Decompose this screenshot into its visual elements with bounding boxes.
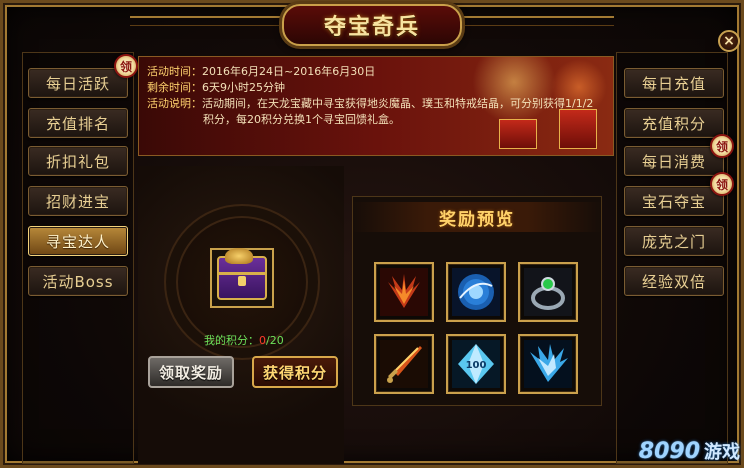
event-info-banner: 活动时间：2016年6月24日~2016年6月30日 剩余时间：6天9小时25分…: [138, 56, 614, 156]
fire-sword-icon: [380, 340, 428, 388]
menu-item-daily-active[interactable]: 每日活跃: [28, 68, 128, 98]
site-watermark: 8090 游戏: [622, 420, 740, 464]
reward-slot[interactable]: 100: [446, 334, 506, 394]
my-points: 我的积分：0/20: [204, 332, 284, 348]
menu-item-daily-recharge[interactable]: 每日充值: [624, 68, 724, 98]
claim-badge-icon[interactable]: 领: [114, 54, 138, 78]
my-points-label: 我的积分：: [204, 334, 259, 347]
event-desc-label: 活动说明：: [147, 97, 202, 110]
reward-slot[interactable]: [518, 334, 578, 394]
close-button[interactable]: ×: [718, 30, 740, 52]
earn-points-button[interactable]: 获得积分: [252, 356, 338, 388]
title-ornament-left: [130, 16, 280, 26]
green-gem-ring-icon: [524, 268, 572, 316]
reward-slot[interactable]: [374, 334, 434, 394]
window-title: 夺宝奇兵: [323, 14, 420, 40]
menu-item-recharge-rank[interactable]: 充值排名: [28, 108, 128, 138]
window-title-plaque: 夺宝奇兵: [282, 4, 462, 46]
title-ornament-right: [464, 16, 614, 26]
remaining-time-value: 6天9小时25分钟: [202, 81, 285, 94]
flame-wings-icon: [380, 268, 428, 316]
menu-item-fortune[interactable]: 招财进宝: [28, 186, 128, 216]
dragon-ornament: [225, 248, 253, 264]
menu-item-discount-pack[interactable]: 折扣礼包: [28, 146, 128, 176]
watermark-name: 游戏: [704, 442, 740, 463]
menu-item-punk-gate[interactable]: 庞克之门: [624, 226, 724, 256]
event-desc-text-2: 积分，每20积分兑换1个寻宝回馈礼盒。: [203, 113, 400, 126]
claim-reward-button[interactable]: 领取奖励: [148, 356, 234, 388]
event-desc-line: 活动说明：活动期间，在天龙宝藏中寻宝获得地炎魔晶、璞玉和特戒结晶，可分别获得1/…: [147, 95, 593, 111]
claim-badge-icon[interactable]: 领: [710, 134, 734, 158]
crystal-100-icon: 100: [452, 340, 500, 388]
menu-item-treasure-hunter[interactable]: 寻宝达人: [28, 226, 128, 256]
treasure-chest-slot[interactable]: [210, 248, 274, 308]
gift-box-decoration: [499, 119, 537, 149]
event-time-label: 活动时间：: [147, 65, 202, 78]
menu-item-double-exp[interactable]: 经验双倍: [624, 266, 724, 296]
menu-item-recharge-points[interactable]: 充值积分: [624, 108, 724, 138]
blue-orb-icon: [452, 268, 500, 316]
my-points-current: 0: [259, 334, 266, 347]
my-points-total: 20: [269, 334, 284, 347]
crystal-value-text: 100: [466, 360, 487, 371]
claim-badge-icon[interactable]: 领: [710, 172, 734, 196]
reward-slot[interactable]: [374, 262, 434, 322]
event-desc-text: 活动期间，在天龙宝藏中寻宝获得地炎魔晶、璞玉和特戒结晶，可分别获得1/1/2: [202, 97, 594, 110]
menu-item-gem-treasure[interactable]: 宝石夺宝: [624, 186, 724, 216]
gift-box-decoration: [559, 109, 597, 149]
reward-preview-title: 奖励预览: [352, 202, 602, 232]
menu-item-daily-spend[interactable]: 每日消费: [624, 146, 724, 176]
reward-slot[interactable]: [518, 262, 578, 322]
reward-slot[interactable]: [446, 262, 506, 322]
ice-wings-icon: [524, 340, 572, 388]
remaining-time-label: 剩余时间：: [147, 81, 202, 94]
remaining-time-line: 剩余时间：6天9小时25分钟: [147, 79, 285, 95]
watermark-brand: 8090: [638, 439, 700, 464]
event-time-value: 2016年6月24日~2016年6月30日: [202, 65, 376, 78]
firework-decoration: [469, 57, 559, 127]
event-time-line: 活动时间：2016年6月24日~2016年6月30日: [147, 63, 375, 79]
treasure-chest-icon: [217, 248, 267, 300]
menu-item-event-boss[interactable]: 活动Boss: [28, 266, 128, 296]
